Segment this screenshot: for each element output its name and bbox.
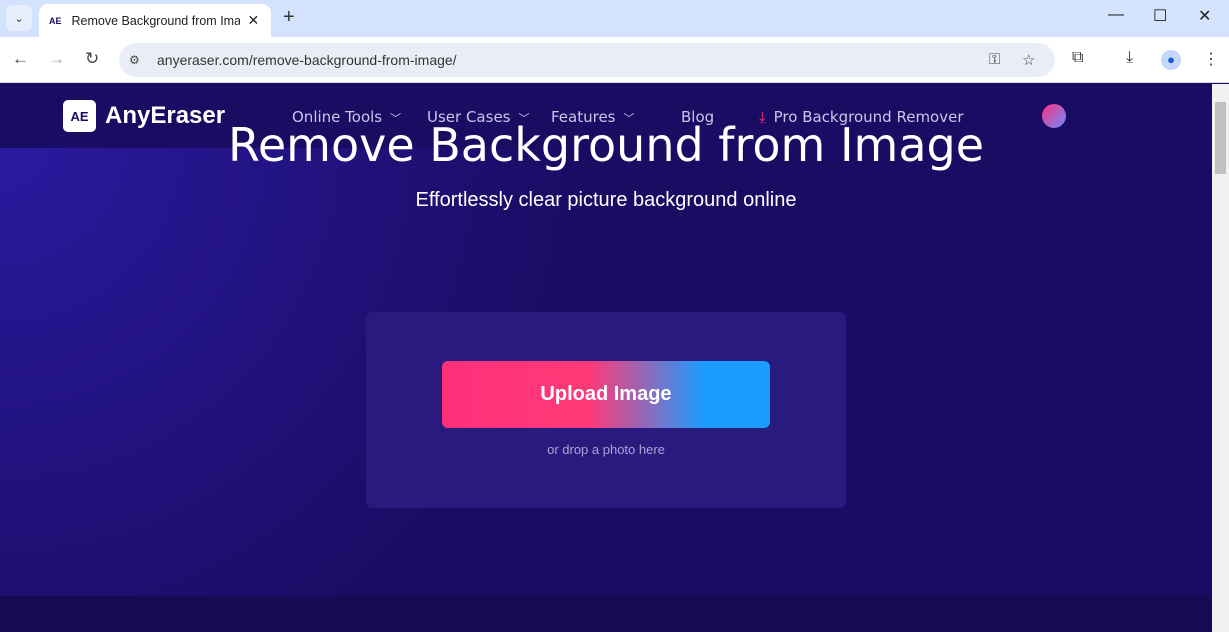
- browser-toolbar: ← → ↻ ⚙ anyeraser.com/remove-background-…: [0, 37, 1229, 83]
- url-text: anyeraser.com/remove-background-from-ima…: [157, 52, 457, 68]
- chevron-down-icon: ⌄: [14, 12, 24, 25]
- close-window-icon[interactable]: ✕: [1198, 6, 1211, 26]
- browser-tab[interactable]: AE Remove Background from Image ✕: [39, 4, 271, 37]
- minimize-icon[interactable]: —: [1108, 6, 1124, 24]
- maximize-icon[interactable]: ☐: [1153, 6, 1167, 26]
- tab-search-button[interactable]: ⌄: [6, 5, 32, 31]
- star-icon[interactable]: ☆: [1022, 51, 1035, 69]
- scrollbar-thumb[interactable]: [1215, 102, 1226, 174]
- address-bar[interactable]: ⚙ anyeraser.com/remove-background-from-i…: [119, 43, 1055, 77]
- next-section: [0, 596, 1212, 632]
- new-tab-icon[interactable]: +: [283, 6, 295, 29]
- drop-hint: or drop a photo here: [547, 442, 665, 457]
- favicon: AE: [49, 15, 62, 26]
- extensions-icon[interactable]: ⧉: [1072, 49, 1083, 67]
- scrollbar[interactable]: [1212, 84, 1229, 632]
- page-subtitle: Effortlessly clear picture background on…: [415, 189, 797, 211]
- reload-icon[interactable]: ↻: [85, 49, 99, 69]
- download-icon[interactable]: ⤓: [1126, 49, 1133, 67]
- upload-dropzone[interactable]: Upload Image or drop a photo here: [366, 312, 846, 508]
- key-icon[interactable]: ⚿: [989, 51, 1000, 68]
- profile-icon[interactable]: ●: [1161, 50, 1181, 70]
- back-icon[interactable]: ←: [12, 49, 29, 69]
- site-info-icon[interactable]: ⚙: [129, 53, 147, 67]
- upload-image-button[interactable]: Upload Image: [442, 361, 770, 428]
- tab-title: Remove Background from Image: [71, 13, 240, 28]
- close-tab-icon[interactable]: ✕: [248, 12, 260, 29]
- page-title: Remove Background from Image: [227, 118, 985, 172]
- menu-icon[interactable]: ⋮: [1203, 49, 1219, 69]
- forward-icon[interactable]: →: [48, 49, 65, 69]
- tab-bar: ⌄ AE Remove Background from Image ✕ + — …: [0, 0, 1229, 37]
- page-content: AE AnyEraser Online Tools ﹀ User Cases ﹀ F…: [0, 84, 1212, 632]
